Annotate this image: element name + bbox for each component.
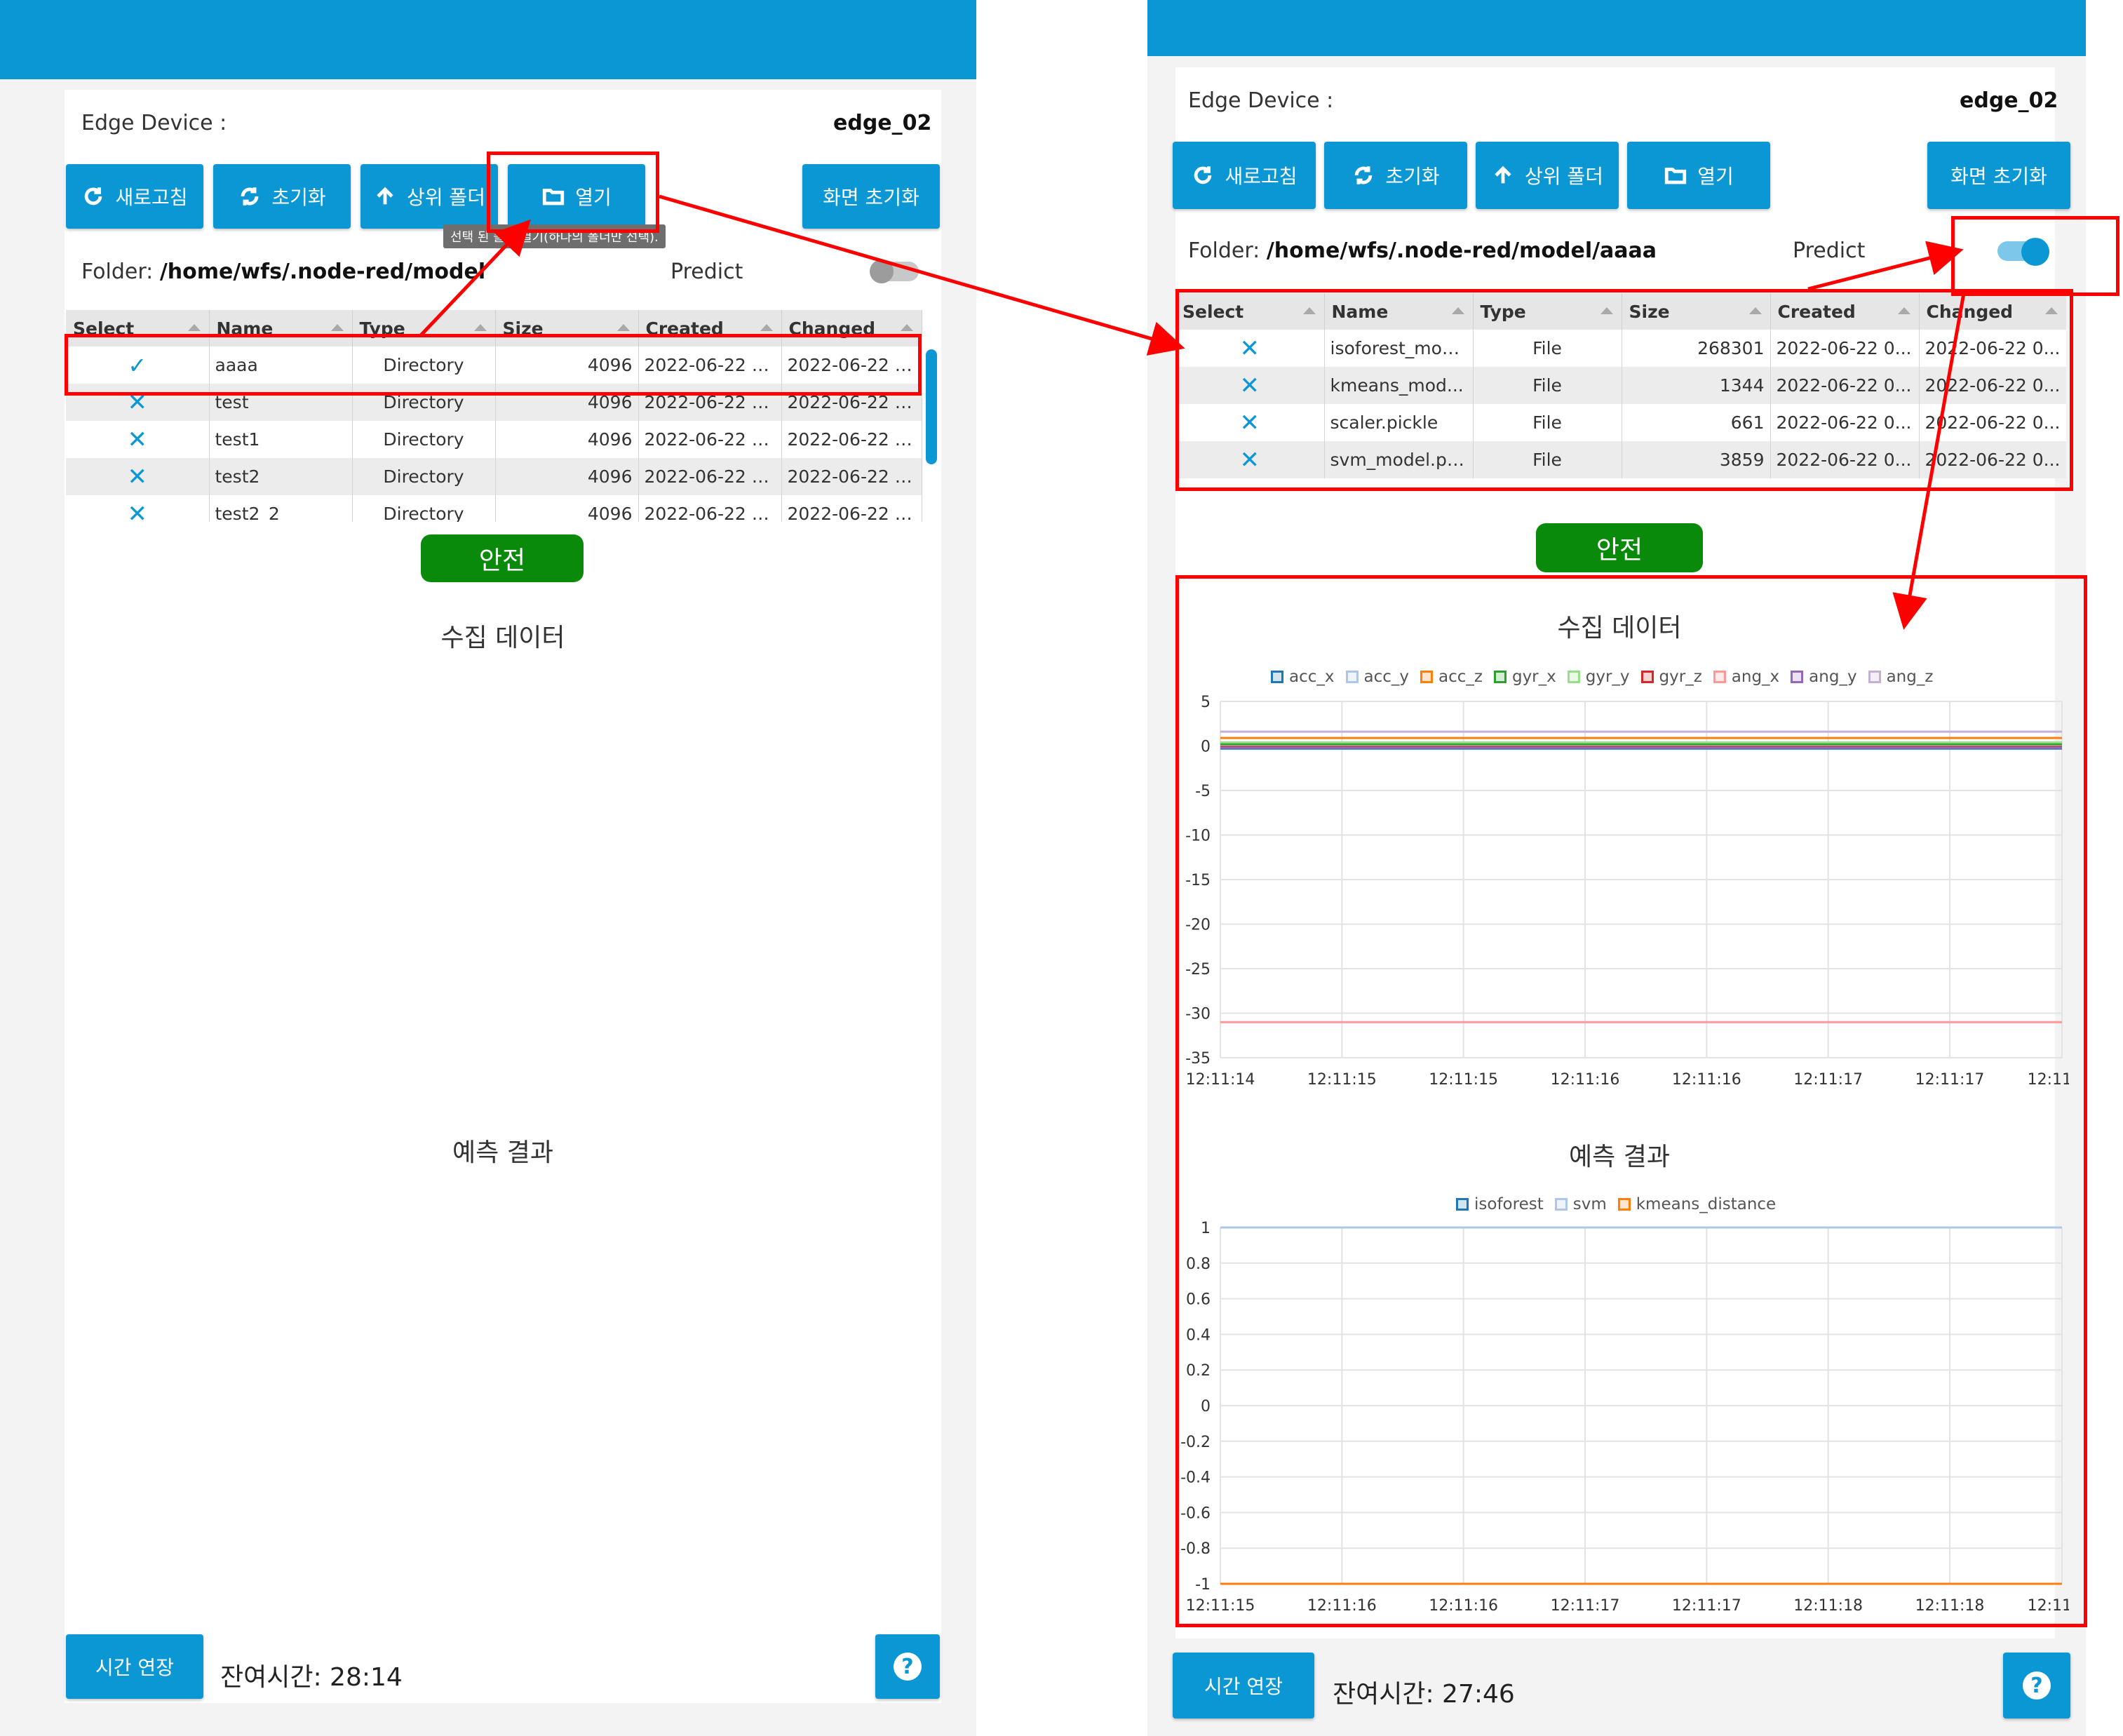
annotation-arrow (1807, 241, 1964, 291)
annotation-arrow (659, 194, 1185, 356)
annotation-arrows (419, 194, 1966, 630)
annotation-arrow (1892, 292, 1966, 630)
annotation-arrow (419, 219, 531, 337)
